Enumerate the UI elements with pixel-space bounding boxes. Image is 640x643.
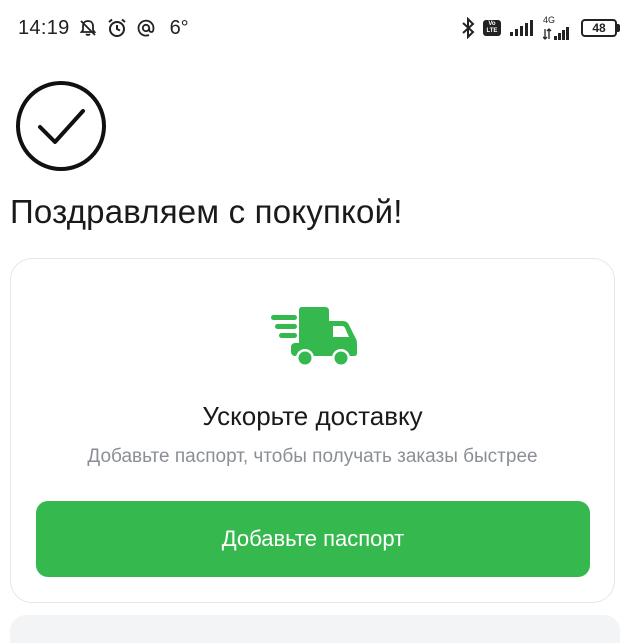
check-circle-icon [16, 81, 106, 171]
purchase-success-screen: 14:19 6° Vo LTE 4G 48 Поздравляем с поку… [0, 0, 640, 643]
volte-icon: Vo LTE [483, 20, 501, 36]
status-temperature: 6° [169, 16, 189, 39]
network-type-label: 4G [543, 14, 556, 25]
alarm-icon [106, 17, 128, 39]
battery-level: 48 [581, 19, 617, 37]
card-title: Ускорьте доставку [202, 401, 423, 431]
delivery-truck-icon [271, 307, 357, 367]
status-bar: 14:19 6° Vo LTE 4G 48 [0, 0, 640, 56]
signal-4g-icon: 4G [543, 14, 573, 41]
passport-promo-card: Ускорьте доставку Добавьте паспорт, чтоб… [10, 258, 615, 603]
bluetooth-icon [461, 17, 475, 39]
status-time: 14:19 [18, 16, 70, 39]
battery-icon: 48 [581, 19, 620, 37]
status-bar-left: 14:19 6° [18, 17, 189, 40]
card-subtitle: Добавьте паспорт, чтобы получать заказы … [87, 446, 538, 467]
at-icon [136, 18, 156, 38]
add-passport-button[interactable]: Добавьте паспорт [36, 501, 590, 577]
bell-off-icon [78, 18, 98, 38]
page-title: Поздравляем с покупкой! [10, 193, 403, 230]
status-bar-right: Vo LTE 4G 48 [461, 14, 620, 41]
signal-icon [509, 19, 535, 37]
next-card-edge [10, 615, 620, 643]
